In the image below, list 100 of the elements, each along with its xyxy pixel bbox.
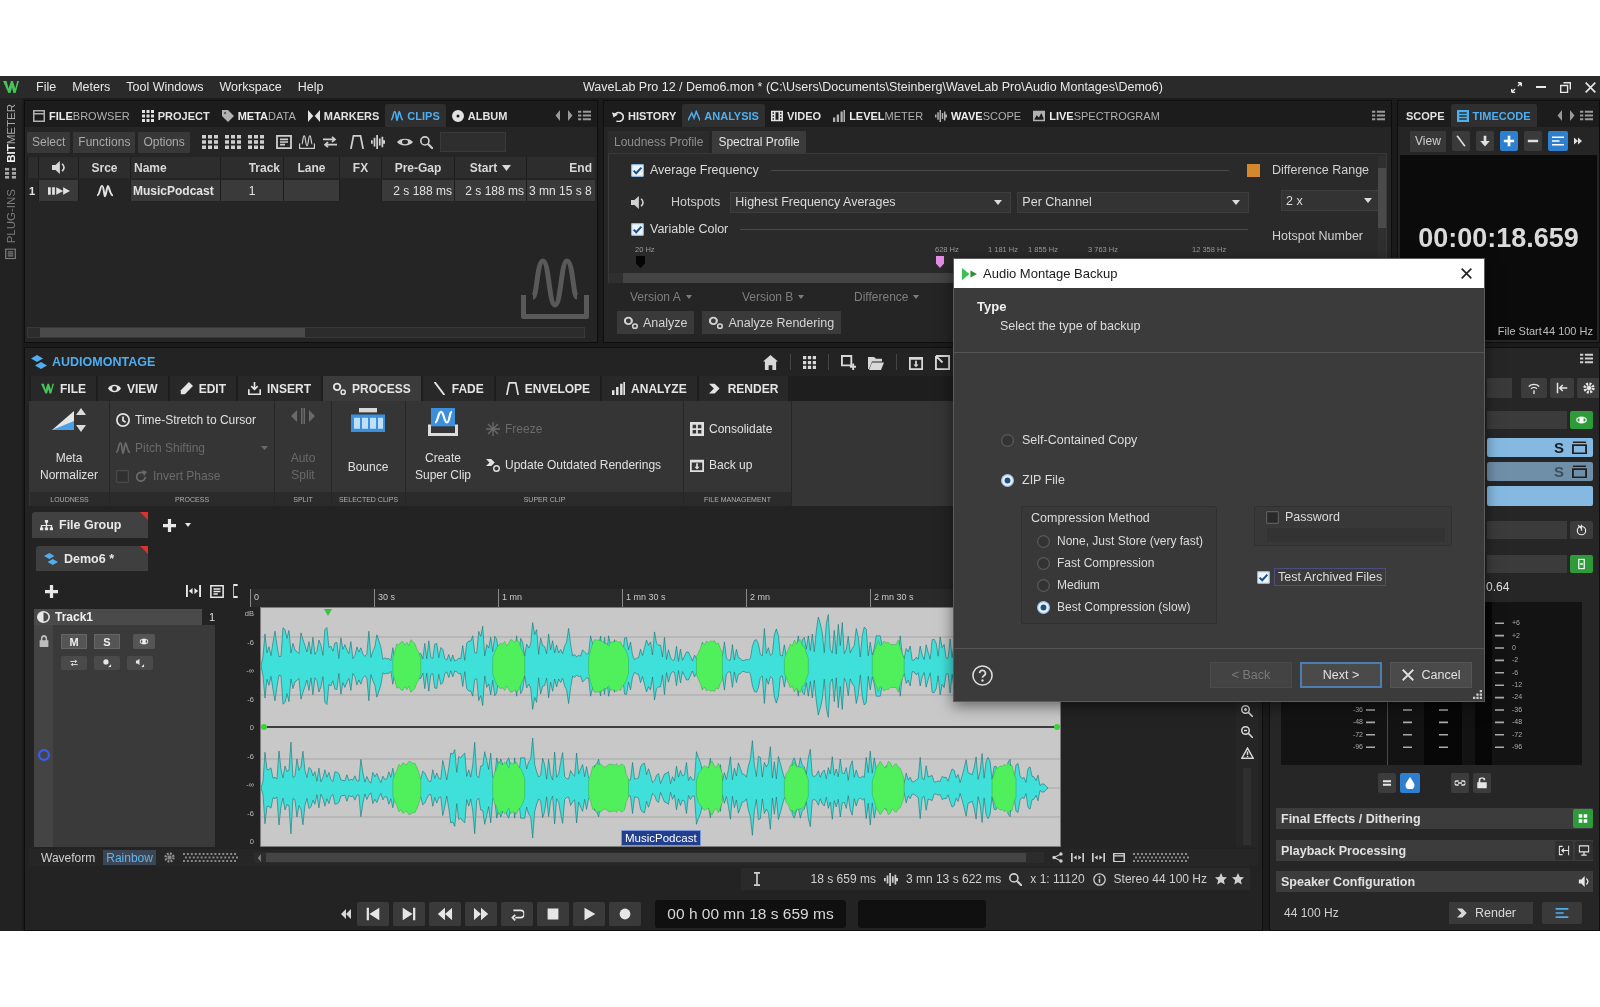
track-button[interactable]: S (94, 634, 120, 649)
horizontal-scrollbar[interactable] (27, 327, 585, 338)
restore-icon[interactable] (1560, 81, 1571, 93)
marker-icon[interactable] (936, 256, 944, 268)
plus-icon[interactable] (45, 584, 58, 598)
rewind-icon[interactable] (429, 901, 461, 926)
resize-grip-icon[interactable] (1473, 690, 1482, 699)
radio-option[interactable]: None, Just Store (very fast) (1037, 532, 1204, 550)
panel-tab[interactable]: FILEBROWSER (27, 104, 136, 127)
help-icon[interactable] (972, 664, 993, 686)
radio-option[interactable]: Fast Compression (1037, 554, 1155, 572)
view-button[interactable]: View (1410, 130, 1446, 152)
star-icon[interactable] (1215, 873, 1227, 885)
vertical-slot-icon[interactable] (1570, 555, 1593, 573)
toolbar-button[interactable]: Functions (73, 131, 136, 153)
ribbon-button[interactable]: Bounce (332, 401, 404, 492)
arrow-left-icon[interactable] (256, 853, 262, 862)
signal-arcs-icon[interactable] (1521, 378, 1547, 398)
list-window-icon[interactable] (210, 584, 224, 598)
panel-tab[interactable]: HISTORY (606, 104, 683, 127)
panel-menu-icon[interactable] (578, 110, 591, 121)
speaker-icon[interactable] (127, 656, 153, 670)
panel-tab[interactable]: CLIPS (385, 104, 446, 127)
arrow-left-icon[interactable] (554, 110, 562, 121)
plus-icon[interactable] (1499, 131, 1518, 151)
panel-tab[interactable]: ALBUM (445, 104, 514, 127)
fit-width-icon[interactable] (1091, 853, 1105, 862)
stop-icon[interactable] (537, 901, 569, 926)
column-header[interactable]: Lane (283, 157, 339, 178)
four-squares-icon[interactable] (1573, 809, 1593, 828)
link-icon[interactable] (1451, 773, 1469, 793)
star-icon[interactable] (1232, 873, 1244, 885)
home-icon[interactable] (763, 354, 778, 370)
file-group-tab[interactable]: File Group (32, 512, 148, 538)
column-header[interactable]: Srce (78, 157, 130, 178)
section-header[interactable]: Final Effects / Dithering (1276, 808, 1593, 829)
color-swatch-icon[interactable] (1247, 163, 1260, 177)
fit-width-icon[interactable] (186, 585, 201, 597)
dialog-button[interactable]: Cancel (1390, 662, 1472, 688)
loop-icon[interactable] (501, 901, 533, 926)
panel-tab[interactable]: TIMECODE (1450, 104, 1537, 127)
volume-envelope-line[interactable] (261, 724, 1060, 730)
ribbon-button[interactable]: Back up (690, 455, 753, 475)
analyze-button[interactable]: Analyze Rendering (702, 311, 842, 334)
record-icon[interactable] (609, 901, 641, 926)
panel-tab[interactable]: PROJECT (135, 104, 216, 127)
zoom-out-icon[interactable] (1241, 726, 1253, 738)
arrow-into-bracket-icon[interactable] (1555, 841, 1573, 860)
droplet-icon[interactable] (1400, 773, 1420, 793)
column-header[interactable]: FX (339, 157, 381, 178)
side-tab[interactable]: PLUG-INS (5, 186, 17, 262)
arrow-right-icon[interactable] (566, 110, 574, 121)
panel-tab[interactable]: METADATA (215, 104, 302, 127)
swap-arrows-icon[interactable] (61, 656, 87, 670)
window-icon[interactable] (1112, 853, 1125, 862)
horizontal-scrollbar[interactable] (253, 852, 1044, 863)
magnifier-icon[interactable] (1009, 872, 1023, 886)
speaker-icon[interactable] (631, 195, 645, 209)
caret-icon[interactable] (184, 523, 191, 527)
ribbon-tab[interactable]: ANALYZE (602, 376, 697, 401)
ribbon-button[interactable]: Consolidate (690, 419, 773, 439)
gear-icon[interactable] (1577, 378, 1599, 398)
dialog-button[interactable]: Next > (1300, 662, 1382, 688)
fit-width-icon[interactable] (1070, 853, 1084, 862)
waveform-icon[interactable] (883, 872, 898, 886)
toggle-icon[interactable] (1570, 411, 1593, 429)
scrollbar-thumb[interactable] (1378, 168, 1386, 228)
trapezoid-icon[interactable] (349, 135, 364, 149)
arrow-left-icon[interactable] (1556, 110, 1564, 121)
menu-item[interactable]: Meters (64, 80, 119, 94)
ribbon-tab[interactable]: VIEW (98, 376, 168, 401)
download-box-icon[interactable] (909, 354, 923, 370)
panel-tab[interactable]: WAVESCOPE (929, 104, 1028, 127)
radio-option[interactable]: Medium (1037, 576, 1100, 594)
swap-arrows-icon[interactable] (321, 135, 338, 149)
playback-icon[interactable] (47, 185, 70, 196)
skip-to-start-icon[interactable] (357, 901, 389, 926)
bracket-icon[interactable] (233, 584, 238, 598)
scrollbar-thumb[interactable] (265, 853, 1026, 862)
unlock-icon[interactable] (1473, 773, 1491, 793)
lock-icon[interactable] (38, 635, 49, 647)
scrollbar-thumb[interactable] (40, 328, 305, 337)
panel-tab[interactable]: LIVESPECTROGRAM (1027, 104, 1166, 127)
ribbon-tab[interactable]: ENVELOPE (495, 376, 601, 401)
ribbon-tab[interactable]: EDIT (169, 376, 236, 401)
ribbon-button[interactable]: Create Super Clip (406, 401, 480, 492)
pulse-icon[interactable] (370, 135, 385, 149)
toolbar-button[interactable]: Select (27, 131, 71, 153)
column-header[interactable]: Start (454, 157, 526, 178)
monitor-icon[interactable] (1575, 841, 1593, 860)
toggle-icon[interactable] (133, 634, 155, 649)
panel-menu-icon[interactable] (1580, 353, 1593, 364)
info-icon[interactable] (1092, 872, 1106, 886)
radio-option[interactable]: Self-Contained Copy (1001, 431, 1138, 449)
grip-icon[interactable] (1132, 853, 1189, 862)
ribbon-button[interactable]: Time-Stretch to Cursor (116, 410, 256, 430)
panel-tab[interactable]: VIDEO (764, 104, 828, 127)
panel-menu-icon[interactable] (1580, 110, 1593, 121)
skip-to-end-icon[interactable] (393, 901, 425, 926)
column-header[interactable]: Name (130, 157, 220, 178)
